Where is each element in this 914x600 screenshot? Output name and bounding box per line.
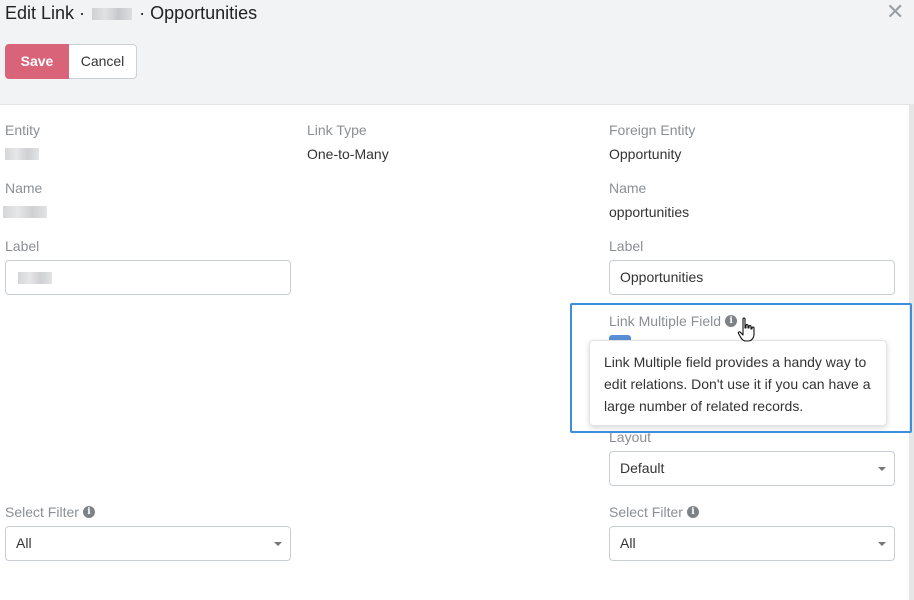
redacted-entity-name	[92, 8, 133, 21]
cancel-button[interactable]: Cancel	[69, 44, 137, 79]
label-input[interactable]	[5, 260, 291, 295]
redacted-entity-value	[5, 148, 39, 160]
select-filter-dropdown[interactable]: All	[5, 526, 291, 561]
entity-label: Entity	[5, 122, 41, 138]
link-type-value: One-to-Many	[307, 146, 389, 162]
foreign-entity-label: Foreign Entity	[609, 122, 696, 138]
select-filter-value: All	[16, 535, 32, 551]
save-button[interactable]: Save	[5, 44, 69, 79]
page-title: Edit Link · · Opportunities	[5, 2, 257, 24]
name-label: Name	[5, 180, 43, 196]
layout-value: Default	[620, 460, 665, 476]
foreign-select-filter-label-text: Select Filter	[609, 504, 683, 520]
redacted-label-value	[18, 272, 52, 284]
foreign-entity-value: Opportunity	[609, 146, 682, 162]
title-suffix: · Opportunities	[139, 3, 258, 23]
foreign-name-value: opportunities	[609, 204, 690, 220]
label-label: Label	[5, 238, 40, 254]
foreign-label-label: Label	[609, 238, 644, 254]
foreign-select-filter-value: All	[620, 535, 636, 551]
caret-down-icon	[878, 542, 886, 546]
foreign-label-input[interactable]: Opportunities	[609, 260, 895, 295]
select-filter-label: Select Filter i	[5, 504, 95, 520]
layout-dropdown[interactable]: Default	[609, 451, 895, 486]
close-icon[interactable]: ✕	[886, 0, 904, 24]
hand-pointer-icon	[737, 317, 755, 342]
info-icon[interactable]: i	[686, 506, 699, 519]
title-prefix: Edit Link ·	[5, 3, 86, 23]
header-bar: Edit Link · · Opportunities ✕ Save Cance…	[0, 0, 914, 105]
select-filter-label-text: Select Filter	[5, 504, 79, 520]
link-type-label: Link Type	[307, 122, 367, 138]
foreign-select-filter-label: Select Filter i	[609, 504, 699, 520]
caret-down-icon	[274, 542, 282, 546]
caret-down-icon	[878, 467, 886, 471]
info-icon[interactable]: i	[82, 506, 95, 519]
foreign-name-label: Name	[609, 180, 647, 196]
redacted-name-value	[3, 206, 47, 218]
foreign-select-filter-dropdown[interactable]: All	[609, 526, 895, 561]
